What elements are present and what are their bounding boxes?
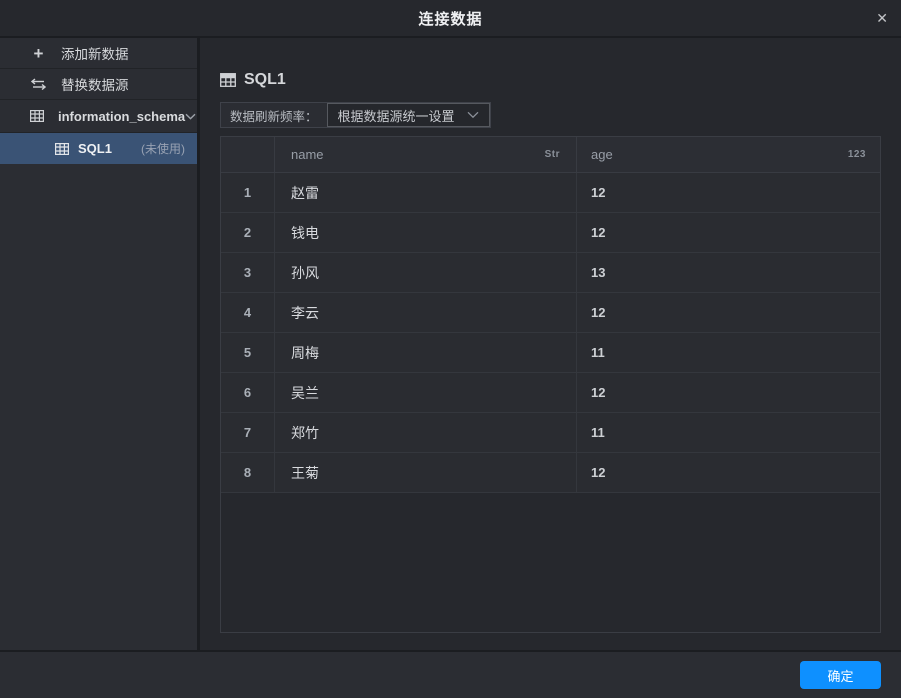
table-row: 1 赵雷 12 [221, 173, 880, 213]
age-cell: 12 [591, 185, 606, 200]
table-row: 6 吴兰 12 [221, 373, 880, 413]
close-icon[interactable]: ✕ [876, 11, 888, 25]
age-cell: 12 [591, 305, 606, 320]
table-row: 4 李云 12 [221, 293, 880, 333]
sidebar-item-add-new-data[interactable]: + 添加新数据 [0, 38, 197, 69]
sidebar-item-replace-datasource[interactable]: 替换数据源 [0, 69, 197, 100]
age-cell: 12 [591, 225, 606, 240]
age-cell: 13 [591, 265, 606, 280]
swap-icon [30, 78, 47, 90]
dataset-title-row: SQL1 [220, 71, 881, 89]
dialog-titlebar: 连接数据 ✕ [0, 0, 901, 38]
header-cell-age: age 123 [577, 137, 880, 172]
row-index-cell: 1 [221, 173, 275, 212]
column-label: name [291, 147, 324, 162]
refresh-frequency-value: 根据数据源统一设置 [337, 108, 455, 124]
age-cell: 11 [591, 425, 605, 440]
connect-data-dialog: 连接数据 ✕ + 添加新数据 替换数据源 information_schema … [0, 0, 901, 698]
chevron-down-icon [185, 113, 196, 120]
row-index-cell: 6 [221, 373, 275, 412]
column-label: age [591, 147, 613, 162]
table-body: 1 赵雷 12 2 钱电 12 3 孙风 13 4 李云 12 5 周梅 11 6 吴兰 12 7 郑竹 11 8 王菊 12 [221, 173, 880, 493]
sidebar-empty-area [0, 164, 197, 650]
sidebar-item-label: 添加新数据 [61, 47, 129, 62]
string-type-icon: Str [544, 149, 560, 160]
dialog-title: 连接数据 [418, 10, 483, 28]
table-row: 8 王菊 12 [221, 453, 880, 493]
header-cell-index [221, 137, 275, 172]
refresh-frequency-select[interactable]: 根据数据源统一设置 [326, 103, 490, 127]
main-pane: SQL1 数据刷新频率： 根据数据源统一设置 name Str age 123 … [200, 38, 901, 650]
chevron-down-icon [467, 111, 479, 119]
sidebar: + 添加新数据 替换数据源 information_schema SQL1 (未… [0, 38, 200, 650]
table-grid-icon [30, 110, 44, 122]
table-empty-area [221, 493, 880, 632]
table-header-row: name Str age 123 [221, 137, 880, 173]
sidebar-item-label: 替换数据源 [61, 78, 129, 93]
plus-icon: + [33, 43, 44, 63]
name-cell: 郑竹 [275, 413, 577, 452]
dialog-footer: 确定 [0, 650, 901, 698]
sidebar-item-label: information_schema [58, 108, 186, 124]
row-index-cell: 7 [221, 413, 275, 452]
name-cell: 周梅 [275, 333, 577, 372]
refresh-frequency-group: 数据刷新频率： 根据数据源统一设置 [220, 102, 491, 128]
name-cell: 李云 [275, 293, 577, 332]
refresh-frequency-label: 数据刷新频率： [230, 109, 318, 124]
sidebar-item-label: SQL1 [78, 141, 112, 156]
unused-badge: (未使用) [141, 142, 185, 156]
sidebar-item-information-schema[interactable]: information_schema [0, 100, 197, 133]
age-cell: 12 [591, 385, 606, 400]
name-cell: 孙风 [275, 253, 577, 292]
age-cell: 12 [591, 465, 606, 480]
table-row: 5 周梅 11 [221, 333, 880, 373]
confirm-button[interactable]: 确定 [800, 661, 881, 689]
row-index-cell: 3 [221, 253, 275, 292]
row-index-cell: 4 [221, 293, 275, 332]
age-cell: 11 [591, 345, 605, 360]
dataset-title: SQL1 [244, 71, 286, 88]
name-cell: 赵雷 [275, 173, 577, 212]
row-index-cell: 8 [221, 453, 275, 492]
header-cell-name: name Str [275, 137, 577, 172]
data-preview-table: name Str age 123 1 赵雷 12 2 钱电 12 3 孙风 13 4 李云 12 5 周梅… [220, 136, 881, 633]
row-index-cell: 5 [221, 333, 275, 372]
table-grid-icon [53, 142, 70, 155]
table-row: 2 钱电 12 [221, 213, 880, 253]
name-cell: 王菊 [275, 453, 577, 492]
table-grid-icon [220, 73, 236, 87]
number-type-icon: 123 [847, 149, 866, 160]
table-row: 7 郑竹 11 [221, 413, 880, 453]
name-cell: 钱电 [275, 213, 577, 252]
name-cell: 吴兰 [275, 373, 577, 412]
row-index-cell: 2 [221, 213, 275, 252]
sidebar-item-sql1[interactable]: SQL1 (未使用) [0, 133, 197, 164]
table-row: 3 孙风 13 [221, 253, 880, 293]
